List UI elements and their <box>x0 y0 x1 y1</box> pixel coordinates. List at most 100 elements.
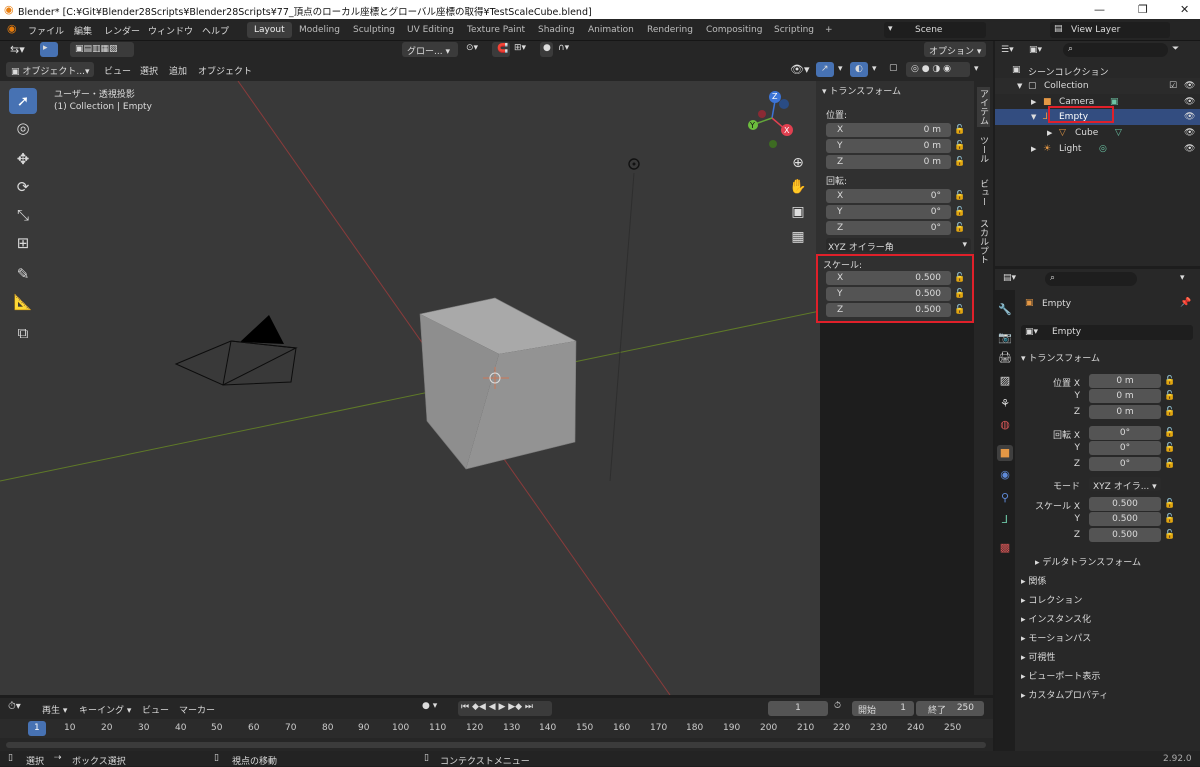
view-layer-tab-icon[interactable]: ▨ <box>997 373 1013 389</box>
shading-buttons[interactable]: ◎ ● ◑ ◉ <box>906 62 970 77</box>
xray-icon[interactable]: ▢ <box>889 63 898 73</box>
scale-tool-icon[interactable]: ⤡ <box>9 202 37 228</box>
outliner-editor-icon[interactable]: ☰▾ <box>1001 45 1014 55</box>
menu-add[interactable]: 追加 <box>169 64 187 77</box>
world-tab-icon[interactable]: ◍ <box>997 417 1013 433</box>
menu-file[interactable]: ファイル <box>28 24 64 37</box>
properties-search-input[interactable]: ⌕ <box>1045 272 1137 286</box>
tab-tool[interactable]: ツール <box>977 136 990 163</box>
tab-sculpt[interactable]: スカルプト <box>977 219 990 264</box>
menu-render[interactable]: レンダー <box>104 24 140 37</box>
tool-settings-icon[interactable]: ⇆▾ <box>10 43 25 56</box>
preview-range-icon[interactable]: ⏱ <box>834 701 841 711</box>
scene-selector[interactable]: ▾ Scene <box>884 22 986 38</box>
timeline-editor-icon[interactable]: ⏱▾ <box>8 701 21 712</box>
tab-animation[interactable]: Animation <box>581 22 641 38</box>
record-button[interactable]: ● ▾ <box>422 701 437 711</box>
current-frame-field[interactable]: 1 <box>768 701 828 716</box>
add-cube-tool-icon[interactable]: ⧉ <box>9 320 37 346</box>
lock-icon[interactable]: 🔓 <box>954 125 965 135</box>
modifier-tab-icon[interactable]: ◉ <box>997 467 1013 483</box>
lock-icon[interactable]: 🔓 <box>1164 428 1175 438</box>
location-x-field[interactable]: X0 m <box>826 123 951 137</box>
prop-rotation-y-field[interactable]: 0° <box>1089 441 1161 455</box>
select-tool-icon[interactable]: ▸ <box>40 42 58 57</box>
lock-icon[interactable]: 🔓 <box>1164 499 1175 509</box>
relations-section[interactable]: ▸ 関係 <box>1021 574 1046 587</box>
annotate-tool-icon[interactable]: ✎ <box>9 261 37 287</box>
tab-compositing[interactable]: Compositing <box>699 22 769 38</box>
lock-icon[interactable]: 🔓 <box>1164 459 1175 469</box>
object-tab-icon[interactable]: ■ <box>997 445 1013 461</box>
frame-ruler[interactable]: 1 10 20 30 40 50 60 70 80 90 100 110 120… <box>0 719 993 738</box>
view-layer-selector[interactable]: ▤ View Layer <box>1050 22 1170 38</box>
menu-view[interactable]: ビュー <box>104 64 131 77</box>
gizmo-toggle-icon[interactable]: ↗ <box>816 62 834 77</box>
lock-icon[interactable]: 🔓 <box>954 141 965 151</box>
start-frame-field[interactable]: 開始 1 <box>852 701 914 716</box>
prop-location-x-field[interactable]: 0 m <box>1089 374 1161 388</box>
proportional-edit-icon[interactable]: ● <box>540 42 553 57</box>
constraint-tab-icon[interactable]: ⚲ <box>997 490 1013 506</box>
tab-sculpting[interactable]: Sculpting <box>346 22 402 38</box>
tab-shading[interactable]: Shading <box>531 22 582 38</box>
transform-section-header[interactable]: ▾ トランスフォーム <box>1021 351 1100 364</box>
ortho-grid-icon[interactable]: ▦ <box>788 227 808 247</box>
playback-controls[interactable]: ⏮ ◆◀ ◀ ▶ ▶◆ ⏭ <box>458 701 552 716</box>
data-tab-icon[interactable]: ⅃ <box>997 512 1013 528</box>
transform-tool-icon[interactable]: ⊞ <box>9 230 37 256</box>
prop-scale-z-field[interactable]: 0.500 <box>1089 528 1161 542</box>
object-name-field[interactable]: ▣▾ Empty <box>1021 325 1193 340</box>
prop-rotation-x-field[interactable]: 0° <box>1089 426 1161 440</box>
pan-hand-icon[interactable]: ✋ <box>788 177 808 197</box>
menu-marker[interactable]: マーカー <box>179 703 215 716</box>
snap-dropdown-icon[interactable]: ⊞▾ <box>514 43 526 53</box>
mode-dropdown[interactable]: ▣ オブジェクト...▾ <box>6 62 94 77</box>
lock-icon[interactable]: 🔓 <box>1164 530 1175 540</box>
lock-icon[interactable]: 🔓 <box>1164 391 1175 401</box>
pin-icon[interactable]: 📌 <box>1180 298 1191 308</box>
location-z-field[interactable]: Z0 m <box>826 155 951 169</box>
outliner-row-cube[interactable]: ▶ ▽ Cube ▽ 👁 <box>995 125 1200 141</box>
tab-modeling[interactable]: Modeling <box>292 22 347 38</box>
camera-view-icon[interactable]: ▣ <box>788 202 808 222</box>
prop-rotation-z-field[interactable]: 0° <box>1089 457 1161 471</box>
instancing-section[interactable]: ▸ インスタンス化 <box>1021 612 1091 625</box>
blender-menu-icon[interactable]: ◉ <box>7 22 17 35</box>
shading-dropdown-icon[interactable]: ▾ <box>974 64 979 74</box>
visibility-icon[interactable]: 👁▾ <box>790 63 810 76</box>
snap-icon[interactable]: 🧲 <box>492 42 510 57</box>
visibility-section[interactable]: ▸ 可視性 <box>1021 650 1055 663</box>
prop-scale-y-field[interactable]: 0.500 <box>1089 512 1161 526</box>
lock-icon[interactable]: 🔓 <box>1164 407 1175 417</box>
outliner-search-input[interactable]: ⌕ <box>1063 43 1168 57</box>
3d-viewport[interactable]: Z X Y ユーザー・透視投影 (1) Collection | Empty ⊕… <box>0 81 820 695</box>
timeline-scrollbar[interactable] <box>6 742 986 748</box>
end-frame-field[interactable]: 終了 250 <box>916 701 984 716</box>
measure-tool-icon[interactable]: 📐 <box>9 289 37 315</box>
add-workspace-button[interactable]: + <box>818 22 840 38</box>
transform-header[interactable]: ▾ トランスフォーム <box>822 84 901 97</box>
move-tool-icon[interactable]: ✥ <box>9 146 37 172</box>
display-mode-icon[interactable]: ▣▾ <box>1029 45 1042 55</box>
render-tab-icon[interactable]: 📷 <box>997 330 1013 346</box>
pivot-icon[interactable]: ⊙▾ <box>466 43 478 53</box>
delta-transform-section[interactable]: ▸ デルタトランスフォーム <box>1035 555 1141 568</box>
select-box-tool-icon[interactable]: ➚ <box>9 88 37 114</box>
prop-rotation-mode-dropdown[interactable]: XYZ オイラ... ▾ <box>1089 477 1161 492</box>
menu-timeline-view[interactable]: ビュー <box>142 703 169 716</box>
rotation-z-field[interactable]: Z 0° <box>826 221 951 235</box>
menu-keying[interactable]: キーイング ▾ <box>79 703 131 716</box>
texture-tab-icon[interactable]: ▩ <box>997 540 1013 556</box>
menu-playback[interactable]: 再生 ▾ <box>42 703 67 716</box>
lock-icon[interactable]: 🔓 <box>1164 376 1175 386</box>
outliner-row-scene-collection[interactable]: ▣ シーンコレクション <box>995 62 1200 78</box>
select-mode-buttons[interactable]: ▣▤▥▦▧ <box>70 42 134 57</box>
lock-icon[interactable]: 🔓 <box>1164 514 1175 524</box>
menu-edit[interactable]: 編集 <box>74 24 92 37</box>
maximize-button[interactable]: ❐ <box>1138 3 1148 16</box>
falloff-icon[interactable]: ∩▾ <box>558 43 569 53</box>
rotation-mode-dropdown[interactable]: XYZ オイラー角 ▾ <box>826 238 971 253</box>
menu-select[interactable]: 選択 <box>140 64 158 77</box>
menu-object[interactable]: オブジェクト <box>198 64 252 77</box>
